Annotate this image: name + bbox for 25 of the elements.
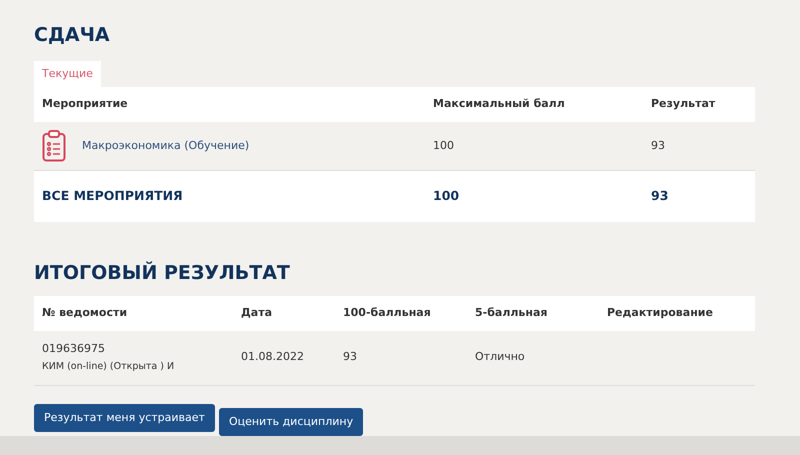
column-header: Дата <box>240 305 274 322</box>
action-button[interactable]: Результат меня устраивает <box>34 404 215 432</box>
column-header: № ведомости <box>41 305 128 322</box>
table-cell-text: Отлично <box>474 349 526 366</box>
column-header: 100-балльная <box>342 305 432 322</box>
activity-link[interactable]: Макроэкономика (Обучение) <box>82 138 250 154</box>
column-header: 5-балльная <box>474 305 548 322</box>
action-button[interactable]: Оценить дисциплину <box>218 408 364 436</box>
table-cell-text: 100 <box>432 138 455 154</box>
column-header: Результат <box>650 96 716 112</box>
table-cell-text: 01.08.2022 <box>240 349 305 366</box>
column-header: Редактирование <box>606 305 714 322</box>
column-header: Максимальный балл <box>432 96 566 112</box>
section-title: СДАЧА <box>34 24 111 47</box>
table-cell-text: 100 <box>432 186 460 205</box>
table-cell-text: 019636975 <box>42 340 106 357</box>
section-title: ИТОГОВЫЙ РЕЗУЛЬТАТ <box>34 262 291 284</box>
total-label: ВСЕ МЕРОПРИЯТИЯ <box>41 186 184 205</box>
table-cell-text: 93 <box>650 138 666 154</box>
table-cell-text: 93 <box>342 349 358 366</box>
clipboard-icon <box>42 130 66 162</box>
tab[interactable]: Текущие <box>34 60 101 88</box>
table-cell-text: КИМ (on-line) (Открыта ) И <box>42 360 176 374</box>
table-cell-text: 93 <box>650 186 670 205</box>
column-header: Мероприятие <box>41 96 129 112</box>
